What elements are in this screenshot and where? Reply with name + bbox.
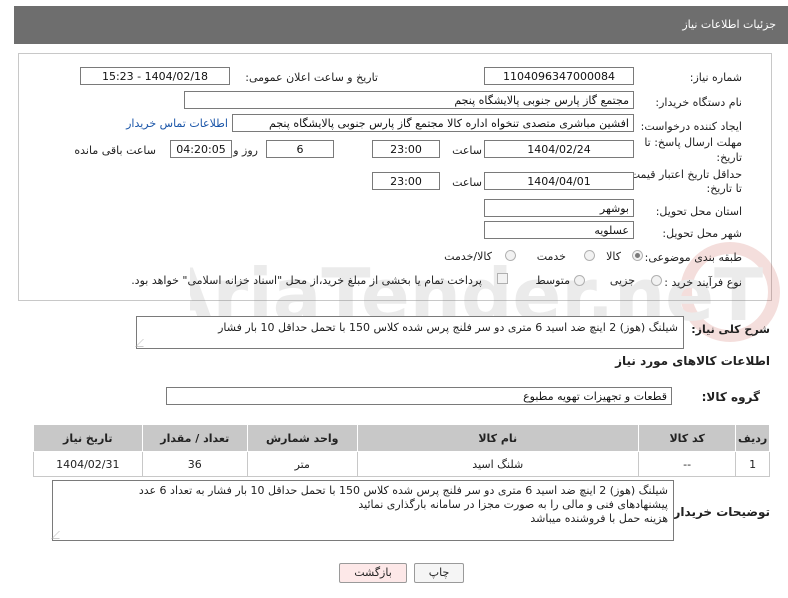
cell-name: شلنگ اسید bbox=[356, 451, 639, 477]
process-radio-medium[interactable] bbox=[574, 275, 585, 286]
buyer-notes-line: شیلنگ (هوز) 2 اینچ ضد اسید 6 متری دو سر … bbox=[138, 484, 668, 497]
col-header-name: نام کالا bbox=[356, 424, 639, 452]
col-header-row-no: ردیف bbox=[735, 424, 770, 452]
col-header-date: تاریخ نیاز bbox=[33, 424, 143, 452]
buyer-notes-field[interactable]: شیلنگ (هوز) 2 اینچ ضد اسید 6 متری دو سر … bbox=[51, 480, 674, 541]
buyer-notes-line: هزینه حمل با فروشنده میباشد bbox=[530, 512, 668, 525]
items-table: ردیف کد کالا نام کالا واحد شمارش تعداد /… bbox=[33, 424, 770, 477]
reply-deadline-time-label: ساعت bbox=[452, 144, 482, 157]
buyer-org-label: نام دستگاه خریدار: bbox=[655, 96, 742, 109]
category-option-goods: کالا bbox=[606, 250, 621, 263]
goods-section-title: اطلاعات کالاهای مورد نیاز bbox=[615, 354, 770, 368]
page-header: جزئیات اطلاعات نیاز bbox=[14, 6, 788, 44]
col-header-unit: واحد شمارش bbox=[246, 424, 358, 452]
cell-unit: متر bbox=[246, 451, 358, 477]
category-option-both: کالا/خدمت bbox=[444, 250, 492, 263]
province-field[interactable]: بوشهر bbox=[484, 199, 634, 217]
city-field[interactable]: عسلویه bbox=[484, 221, 634, 239]
buyer-contact-link[interactable]: اطلاعات تماس خریدار bbox=[126, 117, 228, 130]
resize-grip-icon[interactable] bbox=[51, 531, 67, 539]
back-button[interactable]: بازگشت bbox=[339, 563, 407, 583]
need-number-field[interactable]: 1104096347000084 bbox=[484, 67, 634, 85]
category-radio-both[interactable] bbox=[505, 250, 516, 261]
reply-deadline-label-2: تاریخ: bbox=[716, 151, 742, 164]
summary-label: شرح کلی نیاز: bbox=[691, 323, 770, 336]
reply-days-field[interactable]: 6 bbox=[266, 140, 334, 158]
table-row[interactable]: 1 -- شلنگ اسید متر 36 1404/02/31 bbox=[33, 451, 770, 477]
cell-date: 1404/02/31 bbox=[33, 451, 143, 477]
treasury-checkbox[interactable] bbox=[497, 273, 508, 284]
table-header-row: ردیف کد کالا نام کالا واحد شمارش تعداد /… bbox=[33, 424, 770, 452]
requester-label: ایجاد کننده درخواست: bbox=[640, 120, 742, 133]
process-option-medium: متوسط bbox=[535, 274, 570, 287]
buyer-org-field[interactable]: مجتمع گاز پارس جنوبی پالایشگاه پنجم bbox=[184, 91, 634, 109]
reply-deadline-time-field[interactable]: 23:00 bbox=[372, 140, 440, 158]
category-label: طبقه بندی موضوعی: bbox=[644, 251, 742, 264]
treasury-note: پرداخت تمام یا بخشی از مبلغ خرید،از محل … bbox=[131, 274, 482, 287]
reply-days-label: روز و bbox=[233, 144, 258, 157]
city-label: شهر محل تحویل: bbox=[662, 227, 742, 240]
announce-datetime-label: تاریخ و ساعت اعلان عمومی: bbox=[245, 71, 378, 84]
price-validity-time-field[interactable]: 23:00 bbox=[372, 172, 440, 190]
buyer-notes-line: پیشنهادهای فنی و مالی را به صورت مجزا در… bbox=[358, 498, 668, 511]
announce-datetime-field[interactable]: 1404/02/18 - 15:23 bbox=[80, 67, 230, 85]
process-option-minor: جزیی bbox=[609, 274, 635, 287]
category-option-service: خدمت bbox=[536, 250, 566, 263]
price-validity-time-label: ساعت bbox=[452, 176, 482, 189]
buyer-notes-label: توضیحات خریدار: bbox=[668, 505, 770, 519]
reply-deadline-label-1: مهلت ارسال پاسخ: تا bbox=[644, 136, 742, 149]
price-validity-label-2: تا تاریخ: bbox=[706, 182, 742, 195]
province-label: استان محل تحویل: bbox=[655, 205, 742, 218]
price-validity-label-1: حداقل تاریخ اعتبار قیمت: bbox=[626, 168, 742, 181]
page-title: جزئیات اطلاعات نیاز bbox=[682, 18, 776, 31]
cell-code: -- bbox=[637, 451, 737, 477]
summary-text: شیلنگ (هوز) 2 اینچ ضد اسید 6 متری دو سر … bbox=[218, 321, 678, 334]
summary-field[interactable]: شیلنگ (هوز) 2 اینچ ضد اسید 6 متری دو سر … bbox=[135, 316, 684, 349]
category-radio-service[interactable] bbox=[584, 250, 595, 261]
price-validity-date-field[interactable]: 1404/04/01 bbox=[484, 172, 634, 190]
col-header-code: کد کالا bbox=[637, 424, 737, 452]
print-button[interactable]: چاپ bbox=[414, 563, 464, 583]
remaining-time-field[interactable]: 04:20:05 bbox=[170, 140, 232, 158]
need-number-label: شماره نیاز: bbox=[689, 71, 742, 84]
process-radio-minor[interactable] bbox=[651, 275, 662, 286]
reply-deadline-date-field[interactable]: 1404/02/24 bbox=[484, 140, 634, 158]
goods-group-field[interactable]: قطعات و تجهیزات تهویه مطبوع bbox=[166, 387, 672, 405]
goods-group-label: گروه کالا: bbox=[701, 390, 760, 404]
process-label: نوع فرآیند خرید : bbox=[664, 276, 742, 289]
cell-row-no: 1 bbox=[735, 451, 770, 477]
resize-grip-icon[interactable] bbox=[135, 339, 151, 347]
requester-field[interactable]: افشین مباشری متصدی تنخواه اداره کالا مجت… bbox=[232, 114, 634, 132]
category-radio-goods[interactable] bbox=[632, 250, 643, 261]
remaining-time-label: ساعت باقی مانده bbox=[74, 144, 156, 157]
cell-qty: 36 bbox=[141, 451, 248, 477]
col-header-qty: تعداد / مقدار bbox=[141, 424, 248, 452]
